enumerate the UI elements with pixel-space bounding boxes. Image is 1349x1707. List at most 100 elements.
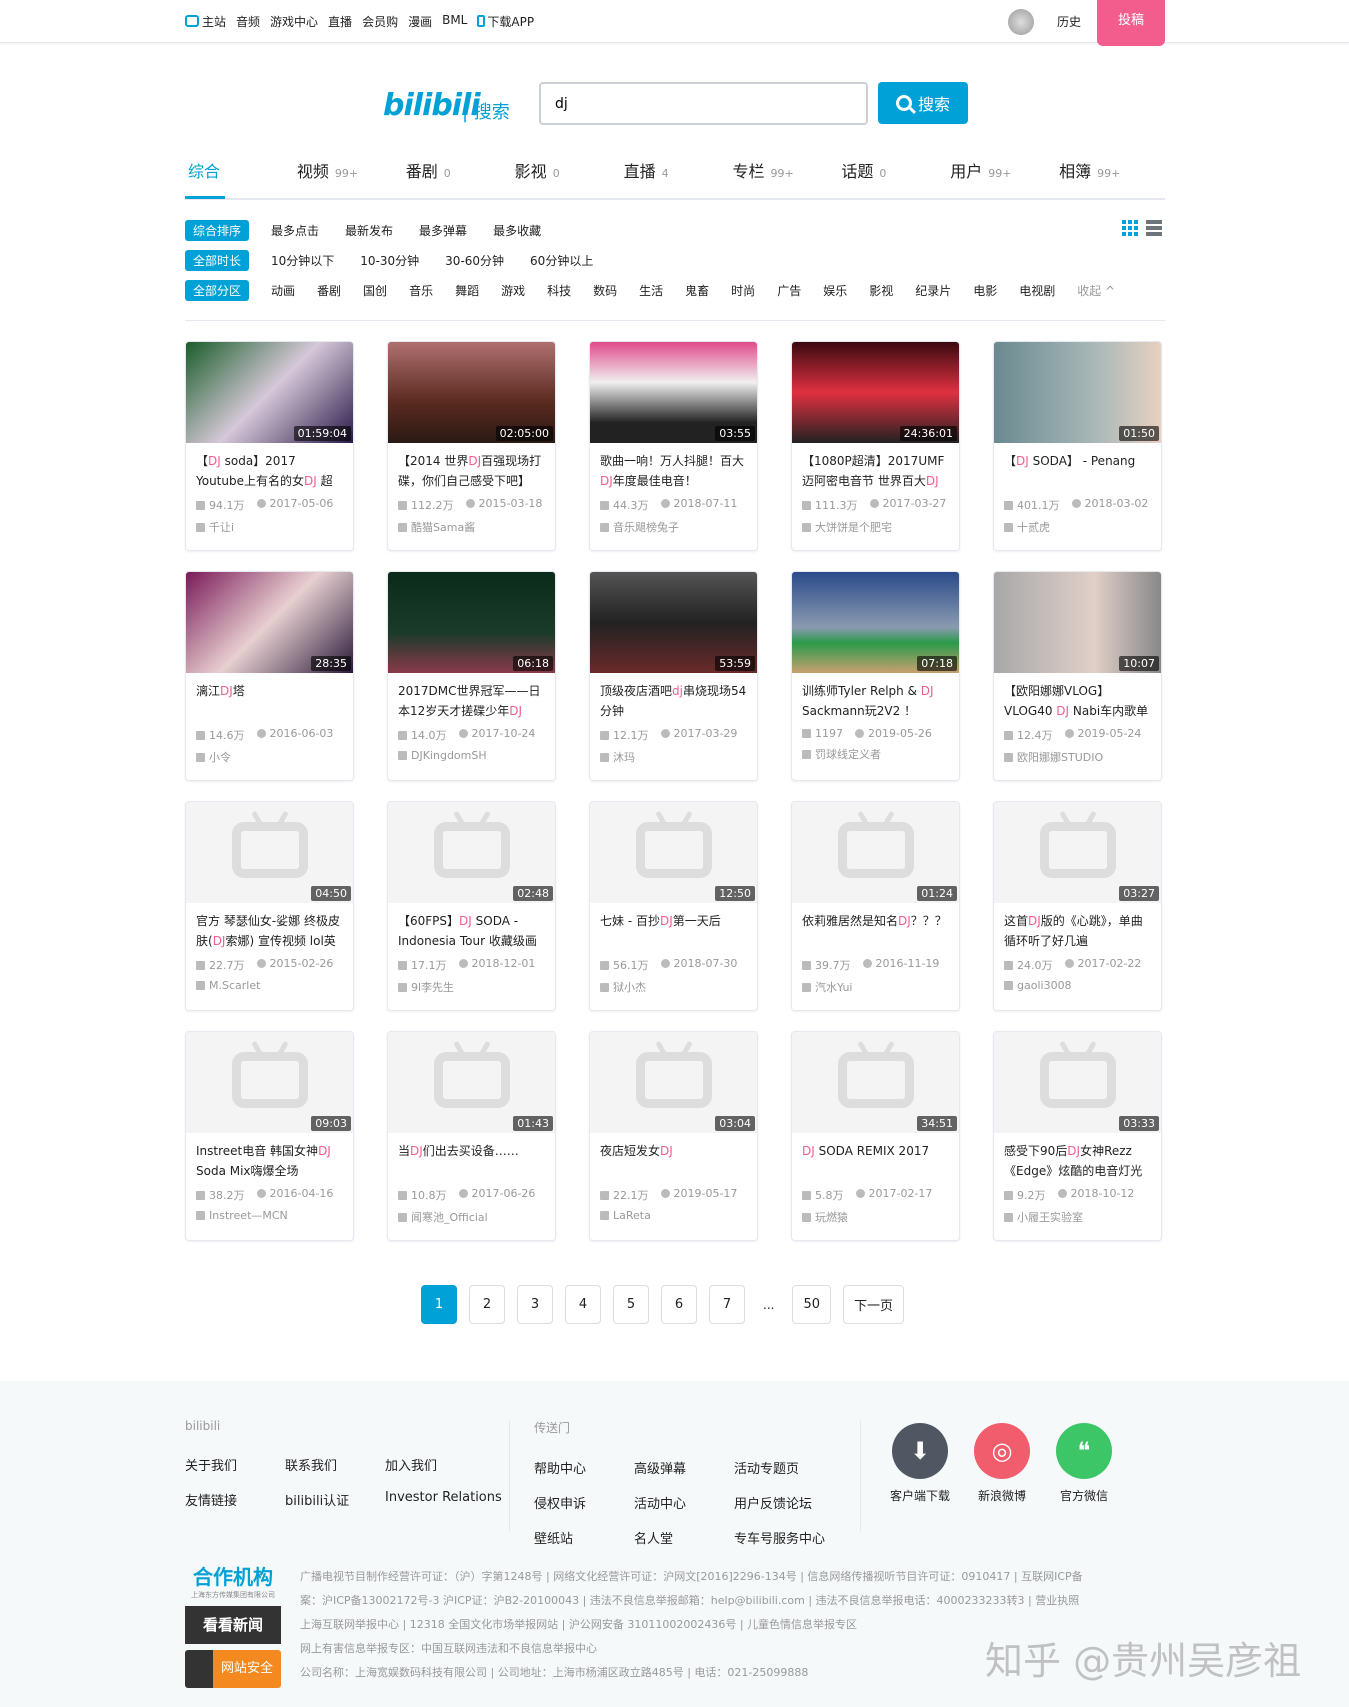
social-weibo[interactable]: ◎ 新浪微博 — [967, 1423, 1037, 1504]
video-title[interactable]: 漓江DJ塔 — [186, 673, 353, 723]
video-card[interactable]: 01:43 当DJ们出去买设备…… 10.8万 2017-06-26 闻寒池_Offic… — [387, 1031, 556, 1241]
uploader[interactable]: 千让i — [186, 513, 353, 535]
footer-link[interactable]: 侵权申诉 — [534, 1493, 634, 1512]
search-input[interactable] — [539, 82, 868, 125]
video-thumbnail[interactable]: 03:33 — [994, 1032, 1161, 1133]
filter-option[interactable]: 国创 — [363, 282, 387, 299]
video-thumbnail[interactable]: 02:05:00 — [388, 342, 555, 443]
video-card[interactable]: 04:50 官方 琴瑟仙女-娑娜 终极皮肤(DJ索娜) 宣传视频 lol英 22.7… — [185, 801, 354, 1011]
video-thumbnail[interactable]: 07:18 — [792, 572, 959, 673]
footer-link[interactable]: 活动中心 — [634, 1493, 734, 1512]
history-link[interactable]: 历史 — [1057, 13, 1081, 30]
uploader[interactable]: M.Scarlet — [186, 973, 353, 992]
tab-1[interactable]: 视频 99+ — [294, 158, 403, 198]
page-7-button[interactable]: 7 — [709, 1285, 745, 1324]
video-title[interactable]: 依莉雅居然是知名DJ？？？ — [792, 903, 959, 953]
video-title[interactable]: 这首DJ版的《心跳》，单曲循环听了好几遍 — [994, 903, 1161, 953]
nav-mall[interactable]: 会员购 — [362, 13, 398, 30]
nav-main[interactable]: 主站 — [185, 13, 226, 30]
tab-5[interactable]: 专栏 99+ — [729, 158, 838, 198]
video-title[interactable]: 夜店短发女DJ — [590, 1133, 757, 1183]
video-thumbnail[interactable]: 01:43 — [388, 1032, 555, 1133]
footer-link[interactable]: 专车号服务中心 — [734, 1528, 854, 1547]
filter-active-order[interactable]: 综合排序 — [185, 220, 250, 241]
uploader[interactable]: 小令 — [186, 743, 353, 765]
video-thumbnail[interactable]: 02:48 — [388, 802, 555, 903]
footer-link[interactable]: 联系我们 — [285, 1455, 385, 1474]
video-card[interactable]: 01:50 【DJ SODA】 - Penang 401.1万 2018-03-02 十… — [993, 341, 1162, 551]
page-3-button[interactable]: 3 — [517, 1285, 553, 1324]
filter-option[interactable]: 电影 — [973, 282, 997, 299]
video-title[interactable]: 【DJ soda】2017 Youtube上有名的女DJ 超好听 — [186, 443, 353, 493]
avatar[interactable] — [1008, 9, 1034, 35]
video-card[interactable]: 01:59:04 【DJ soda】2017 Youtube上有名的女DJ 超好听… — [185, 341, 354, 551]
uploader[interactable]: 酷猫Sama酱 — [388, 513, 555, 535]
video-card[interactable]: 53:59 顶级夜店酒吧dj串烧现场54分钟 12.1万 2017-03-29 沐玛 — [589, 571, 758, 781]
video-title[interactable]: 2017DMC世界冠军——日本12岁天才搓碟少年DJ — [388, 673, 555, 723]
video-card[interactable]: 28:35 漓江DJ塔 14.6万 2016-06-03 小令 — [185, 571, 354, 781]
page-5-button[interactable]: 5 — [613, 1285, 649, 1324]
video-card[interactable]: 02:48 【60FPS】DJ SODA - Indonesia Tour 收藏级… — [387, 801, 556, 1011]
video-title[interactable]: DJ SODA REMIX 2017 — [792, 1133, 959, 1183]
uploader[interactable]: 沐玛 — [590, 743, 757, 765]
page-1-button[interactable]: 1 — [421, 1285, 457, 1324]
footer-link[interactable]: 加入我们 — [385, 1455, 515, 1474]
filter-option[interactable]: 娱乐 — [823, 282, 847, 299]
video-title[interactable]: 官方 琴瑟仙女-娑娜 终极皮肤(DJ索娜) 宣传视频 lol英 — [186, 903, 353, 953]
report-links[interactable]: 网上有害信息举报专区：中国互联网违法和不良信息举报中心 — [300, 1637, 1100, 1661]
video-card[interactable]: 12:50 七妹 - 百抄DJ第一天后 56.1万 2018-07-30 狱小杰 — [589, 801, 758, 1011]
video-title[interactable]: 训练师Tyler Relph & DJ Sackmann玩2V2 ！ — [792, 673, 959, 723]
filter-option[interactable]: 时尚 — [731, 282, 755, 299]
video-title[interactable]: 七妹 - 百抄DJ第一天后 — [590, 903, 757, 953]
filter-active-duration[interactable]: 全部时长 — [185, 250, 250, 271]
video-card[interactable]: 03:55 歌曲一响！万人抖腿！百大 DJ年度最佳电音！ 44.3万 2018-07-1… — [589, 341, 758, 551]
footer-link[interactable]: 名人堂 — [634, 1528, 734, 1547]
video-title[interactable]: 【60FPS】DJ SODA - Indonesia Tour 收藏级画质 — [388, 903, 555, 953]
footer-link[interactable]: Investor Relations — [385, 1490, 515, 1509]
video-title[interactable]: 【DJ SODA】 - Penang — [994, 443, 1161, 493]
search-button[interactable]: 搜索 — [878, 82, 968, 124]
footer-link[interactable]: 帮助中心 — [534, 1458, 634, 1477]
filter-option[interactable]: 10-30分钟 — [360, 252, 419, 269]
filter-option[interactable]: 电视剧 — [1019, 282, 1055, 299]
video-card[interactable]: 09:03 Instreet电音 韩国女神DJ Soda Mix嗨爆全场 38.2万… — [185, 1031, 354, 1241]
footer-link[interactable]: 用户反馈论坛 — [734, 1493, 854, 1512]
uploader[interactable]: 十贰虎 — [994, 513, 1161, 535]
video-title[interactable]: 【欧阳娜娜VLOG】VLOG40 DJ Nabi车内歌单 — [994, 673, 1161, 723]
filter-option[interactable]: 生活 — [639, 282, 663, 299]
video-title[interactable]: Instreet电音 韩国女神DJ Soda Mix嗨爆全场 — [186, 1133, 353, 1183]
video-thumbnail[interactable]: 10:07 — [994, 572, 1161, 673]
footer-link[interactable]: bilibili认证 — [285, 1490, 385, 1509]
video-thumbnail[interactable]: 01:24 — [792, 802, 959, 903]
video-card[interactable]: 03:04 夜店短发女DJ 22.1万 2019-05-17 LaReta — [589, 1031, 758, 1241]
video-title[interactable]: 歌曲一响！万人抖腿！百大 DJ年度最佳电音！ — [590, 443, 757, 493]
footer-link[interactable]: 壁纸站 — [534, 1528, 634, 1547]
video-card[interactable]: 24:36:01 【1080P超清】2017UMF迈阿密电音节 世界百大DJ 111… — [791, 341, 960, 551]
video-thumbnail[interactable]: 04:50 — [186, 802, 353, 903]
page-6-button[interactable]: 6 — [661, 1285, 697, 1324]
video-card[interactable]: 01:24 依莉雅居然是知名DJ？？？ 39.7万 2016-11-19 汽水Yui — [791, 801, 960, 1011]
filter-option[interactable]: 游戏 — [501, 282, 525, 299]
footer-link[interactable]: 关于我们 — [185, 1455, 285, 1474]
video-card[interactable]: 03:27 这首DJ版的《心跳》，单曲循环听了好几遍 24.0万 2017-02-22… — [993, 801, 1162, 1011]
filter-option[interactable]: 鬼畜 — [685, 282, 709, 299]
video-title[interactable]: 【2014 世界DJ百强现场打碟，你们自己感受下吧】 — [388, 443, 555, 493]
fold-toggle[interactable]: 收起 ^ — [1077, 282, 1115, 299]
video-title[interactable]: 感受下90后DJ女神Rezz《Edge》炫酷的电音灯光 — [994, 1133, 1161, 1183]
filter-option[interactable]: 10分钟以下 — [271, 252, 334, 269]
filter-active-zone[interactable]: 全部分区 — [185, 280, 250, 301]
filter-option[interactable]: 最多弹幕 — [419, 222, 467, 239]
uploader[interactable]: 小履王实验室 — [994, 1203, 1161, 1225]
filter-option[interactable]: 30-60分钟 — [445, 252, 504, 269]
next-page-button[interactable]: 下一页 — [843, 1285, 905, 1324]
uploader[interactable]: 音乐飓榜兔子 — [590, 513, 757, 535]
kankan-news-badge[interactable]: 看看新闻 — [185, 1606, 281, 1644]
tab-3[interactable]: 影视 0 — [512, 158, 621, 198]
uploader[interactable]: 罚球线定义者 — [792, 740, 959, 762]
filter-option[interactable]: 数码 — [593, 282, 617, 299]
nav-audio[interactable]: 音频 — [236, 13, 260, 30]
footer-link[interactable]: 高级弹幕 — [634, 1458, 734, 1477]
filter-option[interactable]: 纪录片 — [915, 282, 951, 299]
uploader[interactable]: 欧阳娜娜STUDIO — [994, 743, 1161, 765]
video-thumbnail[interactable]: 24:36:01 — [792, 342, 959, 443]
